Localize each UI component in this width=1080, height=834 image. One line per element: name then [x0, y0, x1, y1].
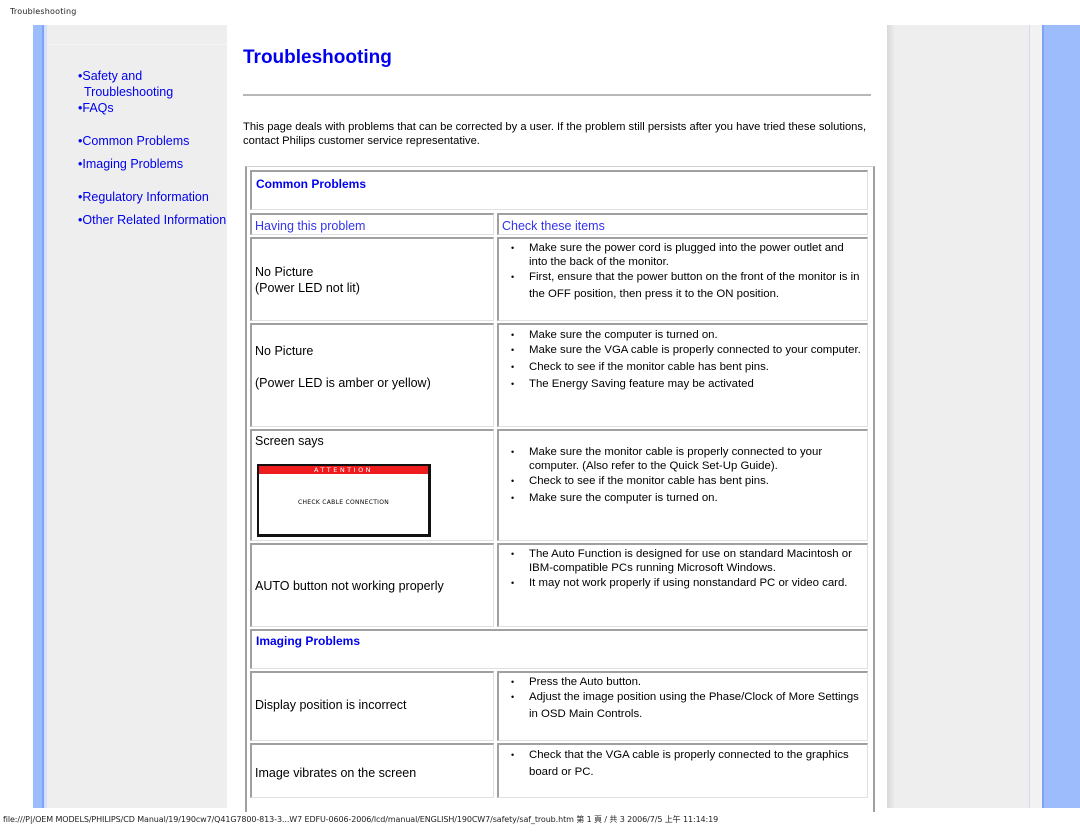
sidebar-item-other-related-information[interactable]: •Other Related Information	[78, 212, 226, 228]
table-row-checks: Press the Auto button. Adjust the image …	[497, 671, 868, 741]
page-title: Troubleshooting	[243, 47, 392, 68]
check-item: Adjust the image position using the Phas…	[509, 689, 861, 723]
check-item: It may not work properly if using nonsta…	[509, 575, 861, 592]
check-list: Make sure the monitor cable is properly …	[509, 445, 861, 507]
check-list: Make sure the power cord is plugged into…	[509, 241, 861, 303]
problem-subtext: (Power LED is amber or yellow)	[255, 376, 431, 390]
column-header-check: Check these items	[497, 213, 868, 235]
table-row-checks: Make sure the monitor cable is properly …	[497, 429, 868, 541]
column-header-problem: Having this problem	[250, 213, 494, 235]
check-item: Press the Auto button.	[509, 675, 861, 689]
problem-text: Screen says	[255, 434, 324, 448]
check-item: First, ensure that the power button on t…	[509, 269, 861, 303]
sidebar-item-label: •Safety and	[78, 69, 143, 83]
section-header-imaging-problems: Imaging Problems	[250, 629, 868, 669]
problem-text: AUTO button not working properly	[255, 579, 444, 593]
check-item: Make sure the power cord is plugged into…	[509, 241, 861, 269]
right-stripe-edge	[1042, 25, 1044, 808]
table-row-problem: No Picture (Power LED not lit)	[250, 237, 494, 321]
intro-paragraph: This page deals with problems that can b…	[243, 121, 867, 147]
sidebar-item-regulatory-information[interactable]: •Regulatory Information	[78, 189, 226, 205]
browser-footer-path: file:///P|/OEM MODELS/PHILIPS/CD Manual/…	[3, 815, 719, 824]
check-item: Check to see if the monitor cable has be…	[509, 473, 861, 490]
sidebar-item-faqs[interactable]: •FAQs	[78, 100, 226, 116]
check-item: Check to see if the monitor cable has be…	[509, 359, 861, 376]
check-item: Make sure the computer is turned on.	[509, 490, 861, 507]
check-list: Make sure the computer is turned on. Mak…	[509, 328, 861, 393]
attention-screen-image: ATTENTION CHECK CABLE CONNECTION	[257, 464, 431, 537]
table-row-checks: Make sure the computer is turned on. Mak…	[497, 323, 868, 427]
table-row-problem: No Picture (Power LED is amber or yellow…	[250, 323, 494, 427]
right-panel-shadow	[887, 25, 895, 808]
section-title: Common Problems	[256, 177, 367, 191]
check-list: Check that the VGA cable is properly con…	[509, 747, 861, 781]
attention-header: ATTENTION	[259, 466, 428, 474]
right-blue-stripe	[1042, 25, 1080, 808]
sidebar-item-label-cont: Troubleshooting	[84, 85, 174, 99]
table-row-problem: Screen says ATTENTION CHECK CABLE CONNEC…	[250, 429, 494, 541]
right-gray-panel	[887, 25, 1030, 808]
sidebar-nav: •Safety and Troubleshooting •FAQs •Commo…	[78, 68, 226, 228]
column-header-label: Having this problem	[255, 219, 366, 233]
troubleshooting-table: Common Problems Having this problem Chec…	[245, 166, 875, 812]
table-row-problem: Display position is incorrect	[250, 671, 494, 741]
section-header-common-problems: Common Problems	[250, 170, 868, 210]
column-header-label: Check these items	[502, 219, 605, 233]
problem-subtext: (Power LED not lit)	[255, 281, 360, 295]
right-panel-strip	[1030, 25, 1042, 808]
check-list: The Auto Function is designed for use on…	[509, 547, 861, 592]
check-item: Make sure the monitor cable is properly …	[509, 445, 861, 473]
sidebar-divider	[47, 44, 227, 45]
problem-text: No Picture	[255, 344, 314, 358]
table-row-checks: Make sure the power cord is plugged into…	[497, 237, 868, 321]
sidebar-item-safety-troubleshooting[interactable]: •Safety and Troubleshooting	[78, 68, 226, 100]
title-divider	[243, 94, 871, 96]
table-row-problem: AUTO button not working properly	[250, 543, 494, 627]
sidebar-item-imaging-problems[interactable]: •Imaging Problems	[78, 156, 226, 172]
problem-text: Image vibrates on the screen	[255, 766, 417, 780]
table-row-checks: Check that the VGA cable is properly con…	[497, 743, 868, 798]
check-item: The Energy Saving feature may be activat…	[509, 376, 861, 393]
attention-message: CHECK CABLE CONNECTION	[297, 499, 390, 506]
table-row-problem: Image vibrates on the screen	[250, 743, 494, 798]
section-title: Imaging Problems	[256, 634, 361, 648]
sidebar-item-common-problems[interactable]: •Common Problems	[78, 133, 226, 149]
check-item: Check that the VGA cable is properly con…	[509, 747, 861, 781]
browser-header-title: Troubleshooting	[10, 7, 77, 16]
check-item: The Auto Function is designed for use on…	[509, 547, 861, 575]
check-item: Make sure the computer is turned on.	[509, 328, 861, 342]
problem-text: Display position is incorrect	[255, 698, 407, 712]
check-item: Make sure the VGA cable is properly conn…	[509, 342, 861, 359]
problem-text: No Picture	[255, 265, 314, 279]
table-row-checks: The Auto Function is designed for use on…	[497, 543, 868, 627]
check-list: Press the Auto button. Adjust the image …	[509, 675, 861, 723]
